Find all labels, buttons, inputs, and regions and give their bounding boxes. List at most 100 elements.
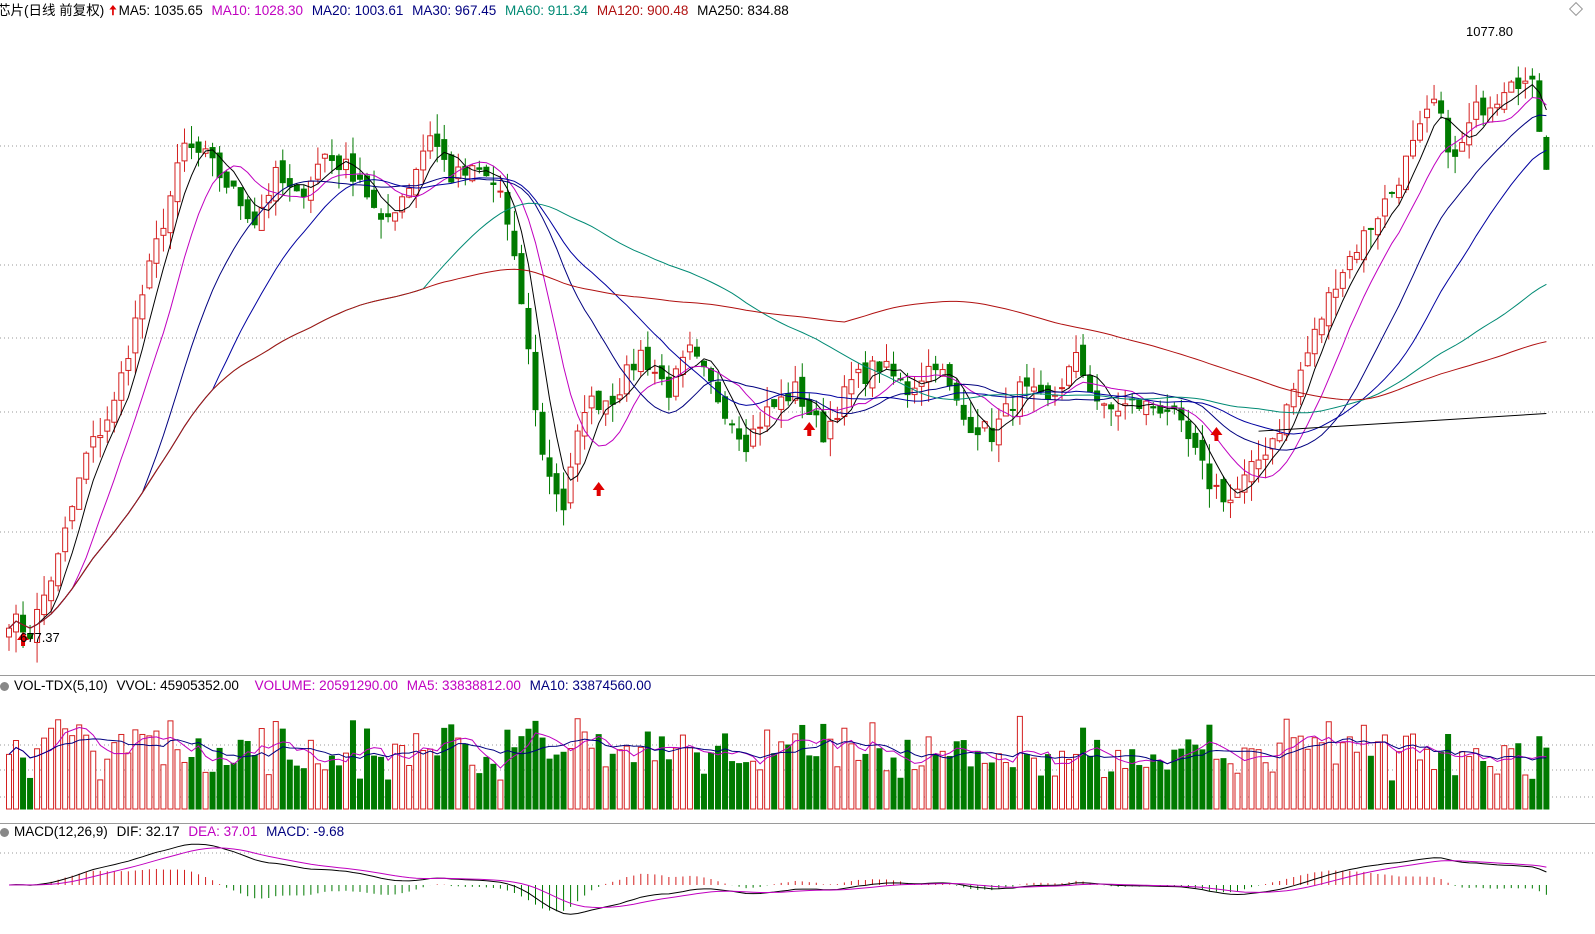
candle-body	[1304, 352, 1311, 367]
candle-body	[1101, 403, 1108, 406]
volume-bar	[595, 734, 602, 810]
volume-bar	[1388, 780, 1395, 810]
volume-bar	[686, 747, 693, 810]
candle-body	[1185, 420, 1192, 440]
ma250-label: MA250: 834.88	[697, 3, 789, 18]
volume-bar	[441, 727, 448, 810]
candle-body	[1473, 101, 1480, 120]
volume-bar	[83, 734, 90, 810]
candle-body	[1213, 484, 1220, 487]
candle-body	[427, 135, 434, 152]
volume-bar	[1283, 718, 1290, 810]
candle-body	[560, 488, 567, 511]
volume-bar	[757, 769, 764, 810]
buy-arrow-icon	[1210, 427, 1223, 441]
candle-body	[392, 212, 399, 222]
collapse-dot-icon[interactable]	[0, 682, 9, 691]
volume-bar	[1164, 769, 1171, 810]
volume-bar	[90, 750, 97, 810]
candle-body	[1199, 439, 1206, 461]
volume-bar	[1487, 766, 1494, 810]
volume-bar	[939, 750, 946, 810]
candle-body	[371, 189, 378, 208]
volume-bar	[1059, 750, 1065, 810]
candle-body	[265, 194, 272, 204]
candle-body	[546, 457, 553, 477]
volume-bar	[890, 757, 897, 810]
volume-bar	[202, 771, 209, 810]
low-price-label: 677.37	[20, 630, 60, 645]
candle-body	[497, 190, 504, 193]
candle-body	[1381, 198, 1388, 217]
volume-bar	[651, 760, 658, 810]
volume-bar	[1522, 774, 1529, 810]
candle-body	[104, 419, 111, 432]
ma5-line	[8, 84, 1547, 629]
candle-body	[1206, 463, 1213, 490]
volume-bar	[1543, 747, 1550, 810]
candlestick-chart	[0, 66, 1595, 663]
volume-bar	[1220, 758, 1227, 810]
candle-body	[181, 142, 188, 162]
candle-body	[1410, 139, 1416, 157]
volume-bar	[1515, 743, 1522, 810]
candle-body	[378, 213, 385, 220]
candle-body	[1501, 92, 1508, 110]
volume-header: VOL-TDX(5,10) VVOL: 45905352.00 VOLUME: …	[0, 675, 656, 697]
candle-body	[1255, 459, 1262, 470]
candle-body	[1395, 184, 1402, 199]
volume-bar	[960, 740, 967, 810]
candle-body	[1529, 75, 1536, 80]
candle-body	[1136, 399, 1143, 410]
volume-bar	[1262, 762, 1269, 810]
volume-bar	[279, 728, 286, 810]
volume-bar	[1353, 751, 1360, 810]
candle-body	[48, 580, 55, 602]
candle-body	[1424, 108, 1431, 119]
volume-bar	[616, 749, 623, 810]
candle-body	[1339, 272, 1346, 289]
candle-body	[1073, 352, 1080, 372]
volume-bar	[1157, 760, 1164, 810]
candle-body	[83, 452, 90, 480]
candle-body	[321, 153, 328, 159]
ma120-label: MA120: 900.48	[596, 3, 689, 18]
macd-name: MACD(12,26,9)	[14, 824, 108, 839]
candle-body	[1522, 80, 1529, 84]
up-arrow-icon: 🠅	[109, 3, 117, 18]
volume-bar	[1206, 724, 1213, 810]
dea-line	[8, 847, 1547, 909]
candle-body	[139, 294, 146, 320]
volume-bar	[918, 765, 925, 810]
candle-body	[1417, 123, 1424, 141]
volume-bar	[722, 733, 729, 810]
volume-bar	[1494, 773, 1501, 810]
volume-bar	[736, 763, 743, 810]
buy-arrow-icon	[803, 422, 816, 436]
macd-panel: MACD(12,26,9) DIF: 32.17 DEA: 37.01 MACD…	[0, 823, 1595, 934]
candle-body	[1374, 218, 1381, 236]
volume-bar	[1143, 766, 1150, 810]
volume-bar	[750, 760, 757, 810]
candle-body	[799, 376, 806, 407]
volume-bar	[1199, 749, 1206, 810]
volume-bar	[827, 738, 834, 810]
dif-line	[8, 843, 1547, 915]
candle-body	[1459, 142, 1466, 152]
volume-bar	[300, 768, 307, 810]
volume-bar	[1381, 734, 1388, 810]
candle-body	[195, 141, 202, 153]
volume-bar	[1094, 739, 1101, 810]
volume-bar	[455, 737, 462, 810]
volume-bar	[715, 745, 722, 810]
volume-bar	[1101, 777, 1108, 810]
collapse-dot-icon[interactable]	[0, 828, 9, 837]
volume-chart	[0, 715, 1595, 810]
volume-bar	[883, 770, 890, 810]
high-price-label: 1077.80	[1466, 24, 1513, 39]
volume-bar	[13, 740, 20, 810]
candle-body	[1115, 410, 1122, 417]
candle-body	[1480, 97, 1487, 116]
volume-bar	[230, 762, 237, 810]
candle-body	[272, 166, 279, 202]
